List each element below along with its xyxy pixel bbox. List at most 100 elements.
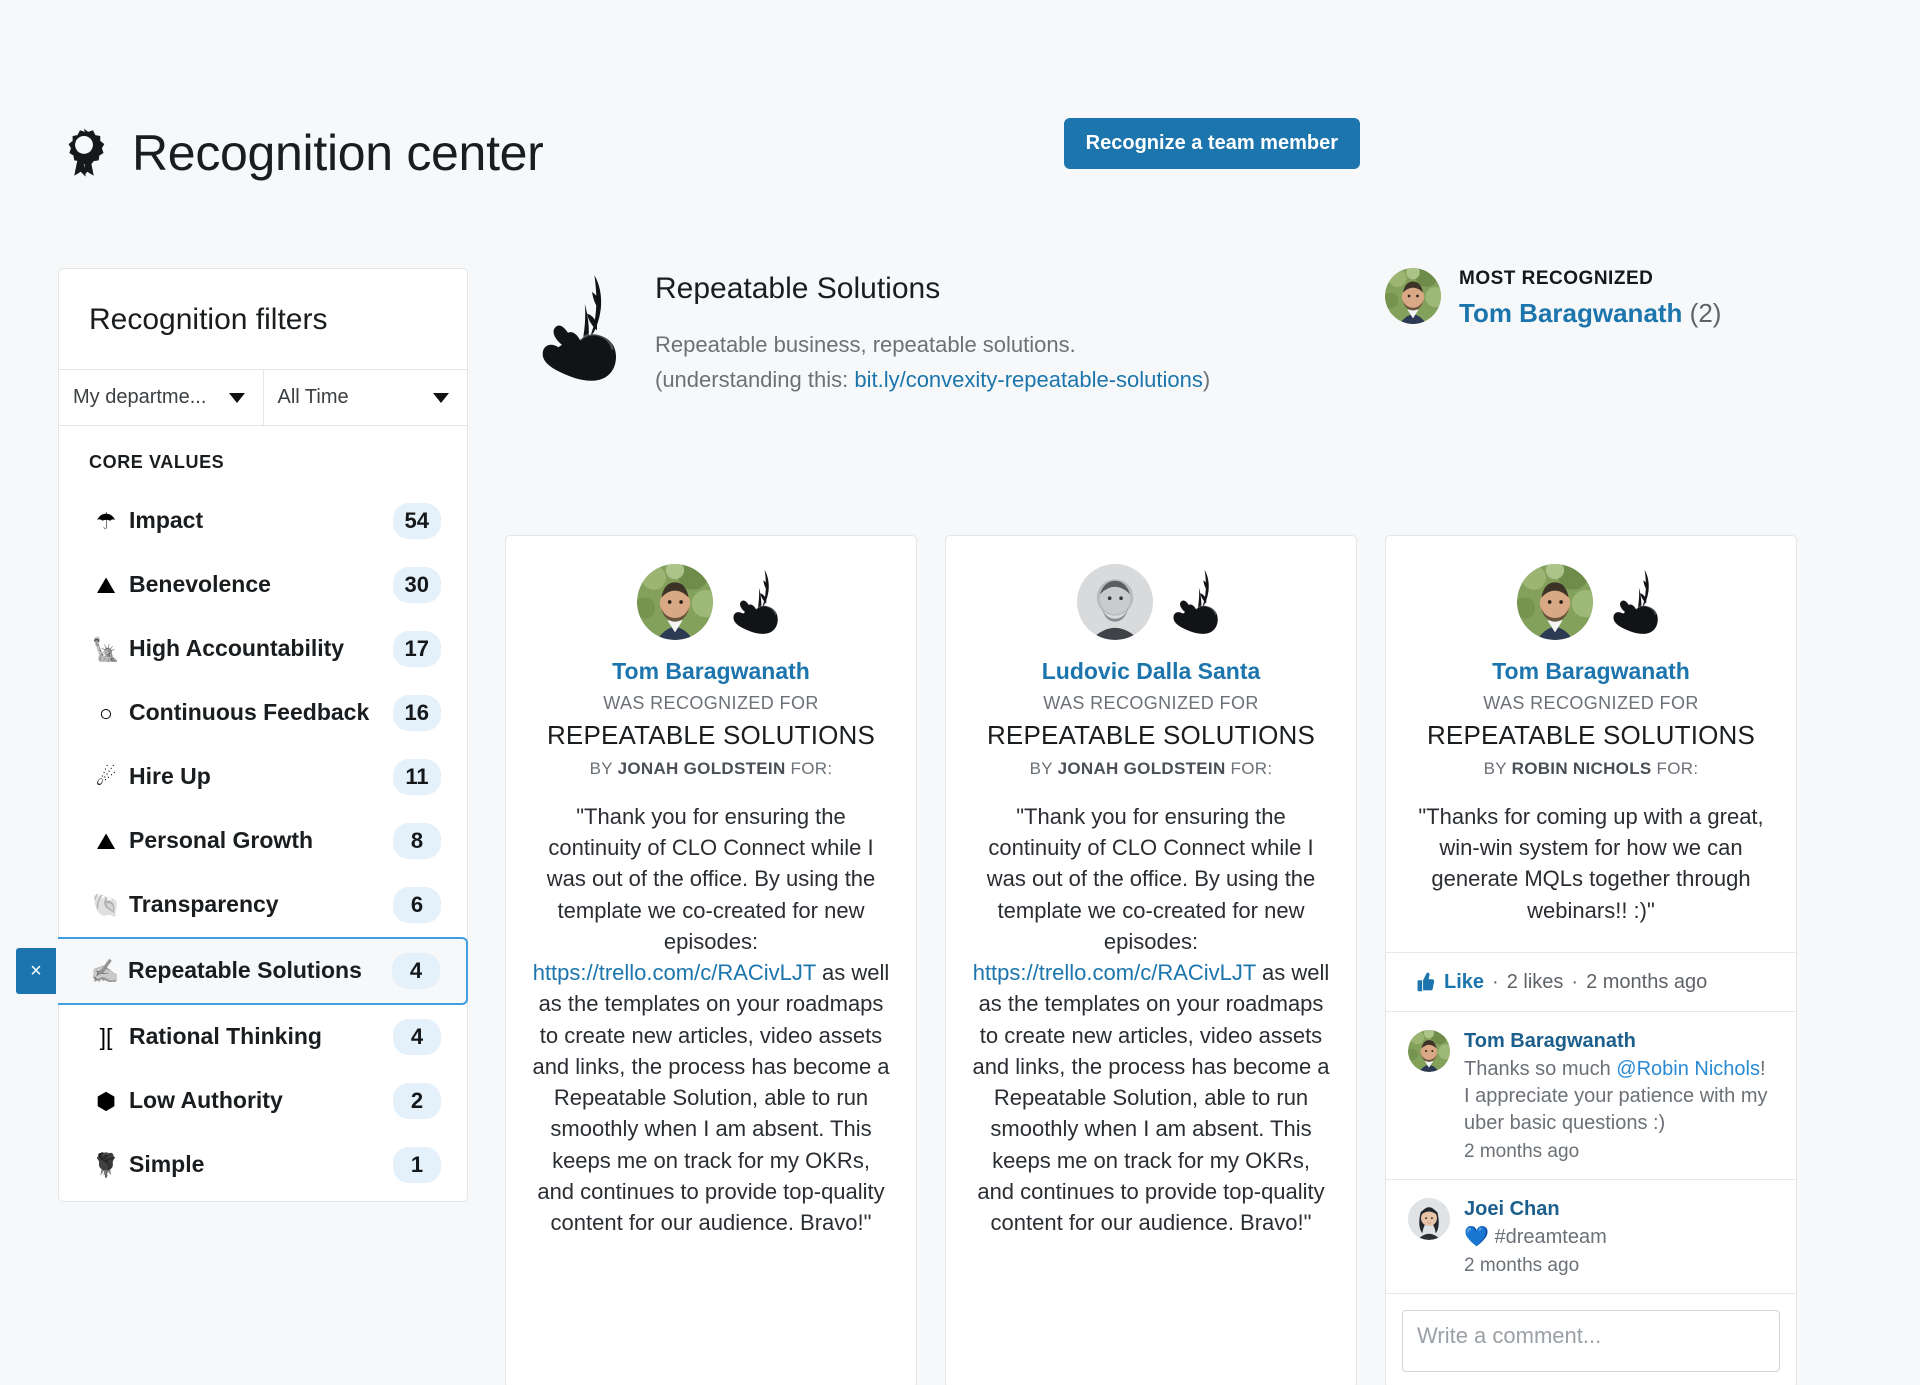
comment-avatar xyxy=(1408,1029,1450,1072)
core-value-item-low-authority[interactable]: ⬢ Low Authority 2 xyxy=(59,1069,467,1133)
department-select[interactable]: My departme... xyxy=(59,370,264,425)
like-separator: · xyxy=(1492,971,1499,994)
card-value-name: REPEATABLE SOLUTIONS xyxy=(546,720,876,750)
core-value-label: Hire Up xyxy=(129,763,211,790)
pyramid-icon: ⛰ xyxy=(96,827,116,854)
core-value-item-high-accountability[interactable]: 🗽 High Accountability 17 xyxy=(59,617,467,681)
core-value-item-continuous-feedback[interactable]: ○ Continuous Feedback 16 xyxy=(59,681,467,745)
write-comment-input[interactable] xyxy=(1402,1309,1780,1372)
clear-filter-button[interactable]: × xyxy=(16,948,56,994)
recognizer-name: JONAH GOLDSTEIN xyxy=(617,759,786,778)
comment-main: Joei Chan 💙 #dreamteam 2 months ago xyxy=(1464,1198,1774,1277)
recognition-card: Tom Baragwanath WAS RECOGNIZED FOR REPEA… xyxy=(1385,535,1797,1385)
department-select-value: My departme... xyxy=(73,386,207,408)
core-value-count: 54 xyxy=(392,503,441,539)
rosette-award-icon xyxy=(68,128,105,177)
time-range-select-value: All Time xyxy=(277,386,349,408)
recipient-avatar xyxy=(1517,564,1593,640)
recipient-name[interactable]: Tom Baragwanath xyxy=(1412,658,1770,685)
value-description: Repeatable business, repeatable solution… xyxy=(655,328,1235,398)
core-value-count: 6 xyxy=(393,887,441,923)
recognition-filters-panel: Recognition filters My departme... All T… xyxy=(16,268,468,1202)
recognized-by-line: BY JONAH GOLDSTEIN FOR: xyxy=(589,759,833,778)
chevron-down-icon xyxy=(433,392,449,403)
comment-text-part-1: 💙 #dreamteam xyxy=(1464,1225,1607,1248)
core-value-count: 2 xyxy=(393,1083,441,1119)
value-description-link[interactable]: bit.ly/convexity-repeatable-solutions xyxy=(854,367,1203,392)
quote-part-2: as well as the templates on your roadmap… xyxy=(532,960,890,1236)
comment-time: 2 months ago xyxy=(1464,1140,1580,1162)
comment-author[interactable]: Tom Baragwanath xyxy=(1464,1030,1774,1053)
core-value-item-personal-growth[interactable]: ⛰ Personal Growth 8 xyxy=(59,809,467,873)
value-badge xyxy=(505,260,655,398)
like-button[interactable]: Like xyxy=(1444,971,1484,994)
chevron-down-icon xyxy=(228,392,245,403)
recognition-card: Tom Baragwanath WAS RECOGNIZED FOR REPEA… xyxy=(505,535,917,1385)
quote-link[interactable]: https://trello.com/c/RACivLJT xyxy=(973,960,1256,985)
comment-text: 💙 #dreamteam xyxy=(1464,1224,1774,1251)
card-avatars xyxy=(972,564,1330,640)
core-value-label: Impact xyxy=(129,507,204,534)
core-value-label: Transparency xyxy=(129,891,279,918)
recognize-team-member-button[interactable]: Recognize a team member xyxy=(1063,118,1360,169)
quote-part-1: "Thanks for coming up with a great, win-… xyxy=(1418,804,1764,923)
core-values-label: CORE VALUES xyxy=(89,452,225,472)
filters-header: Recognition filters xyxy=(59,269,467,370)
recipient-name[interactable]: Tom Baragwanath xyxy=(532,658,890,685)
most-recognized-name[interactable]: Tom Baragwanath xyxy=(1459,298,1682,328)
card-value-name: REPEATABLE SOLUTIONS xyxy=(986,720,1316,750)
recognizer-name: ROBIN NICHOLS xyxy=(1511,759,1652,778)
card-body: Tom Baragwanath WAS RECOGNIZED FOR REPEA… xyxy=(1386,536,1796,952)
recognition-cards: Tom Baragwanath WAS RECOGNIZED FOR REPEA… xyxy=(505,535,1797,1385)
core-value-item-simple[interactable]: 🌹 Simple 1 xyxy=(59,1133,467,1197)
core-value-label: Continuous Feedback xyxy=(129,699,370,726)
most-recognized-text: MOST RECOGNIZED Tom Baragwanath (2) xyxy=(1459,268,1721,329)
comment-text-part-1: Thanks so much xyxy=(1464,1057,1617,1080)
brackets-icon: ][ xyxy=(99,1023,113,1050)
quote-link[interactable]: https://trello.com/c/RACivLJT xyxy=(533,960,816,985)
core-value-label: High Accountability xyxy=(129,635,345,662)
comment-box xyxy=(1386,1292,1796,1385)
core-value-item-hire-up[interactable]: ☄ Hire Up 11 xyxy=(59,745,467,809)
recognition-quote: "Thank you for ensuring the continuity o… xyxy=(972,801,1330,1238)
hand-with-quill-icon: ✍ xyxy=(90,957,120,984)
card-avatars xyxy=(1412,564,1770,640)
core-value-item-rational-thinking[interactable]: ][Rational Thinking 4 xyxy=(59,1005,467,1069)
thumbs-up-icon[interactable] xyxy=(1412,971,1436,995)
core-value-count: 4 xyxy=(392,953,440,989)
recipient-avatar xyxy=(1077,564,1153,640)
core-value-count: 8 xyxy=(393,823,441,859)
comment-main: Tom Baragwanath Thanks so much @Robin Ni… xyxy=(1464,1030,1774,1163)
value-description-suffix: ) xyxy=(1202,366,1211,392)
comment-time: 2 months ago xyxy=(1464,1254,1580,1276)
comment-author[interactable]: Joei Chan xyxy=(1464,1198,1774,1221)
comment-mention[interactable]: @Robin Nichols xyxy=(1616,1058,1760,1080)
mountain-icon: ⛰ xyxy=(96,571,116,598)
recognition-quote: "Thanks for coming up with a great, win-… xyxy=(1412,801,1770,926)
core-value-item-impact[interactable]: ☂ Impact 54 xyxy=(59,489,467,553)
was-recognized-for-label: WAS RECOGNIZED FOR xyxy=(603,693,819,713)
comment-avatar xyxy=(1408,1197,1450,1240)
comment-text: Thanks so much @Robin Nichols! I appreci… xyxy=(1464,1056,1774,1137)
core-value-item-benevolence[interactable]: ⛰ Benevolence 30 xyxy=(59,553,467,617)
quote-part-2: as well as the templates on your roadmap… xyxy=(972,960,1330,1236)
quote-part-1: "Thank you for ensuring the continuity o… xyxy=(546,804,876,954)
post-time: 2 months ago xyxy=(1586,971,1708,994)
title-row: Recognition center xyxy=(58,122,544,184)
core-value-count: 1 xyxy=(393,1147,441,1183)
umbrella-icon: ☂ xyxy=(95,507,117,534)
card-body: Tom Baragwanath WAS RECOGNIZED FOR REPEA… xyxy=(506,536,916,1264)
value-badge-icon xyxy=(1612,569,1659,635)
statue-of-liberty-icon: 🗽 xyxy=(91,635,121,662)
value-badge-icon xyxy=(732,569,779,635)
value-badge-icon xyxy=(1172,569,1219,635)
page-title: Recognition center xyxy=(132,125,544,181)
time-range-select[interactable]: All Time xyxy=(263,370,467,425)
core-value-item-repeatable-solutions[interactable]: × ✍ Repeatable Solutions 4 xyxy=(16,937,468,1005)
recipient-name[interactable]: Ludovic Dalla Santa xyxy=(972,658,1330,685)
most-recognized-label: MOST RECOGNIZED xyxy=(1459,268,1654,289)
recognition-card: Ludovic Dalla Santa WAS RECOGNIZED FOR R… xyxy=(945,535,1357,1385)
core-value-count: 11 xyxy=(393,759,441,795)
core-value-item-transparency[interactable]: 🐚 Transparency 6 xyxy=(59,873,467,937)
core-value-count: 17 xyxy=(392,631,441,667)
